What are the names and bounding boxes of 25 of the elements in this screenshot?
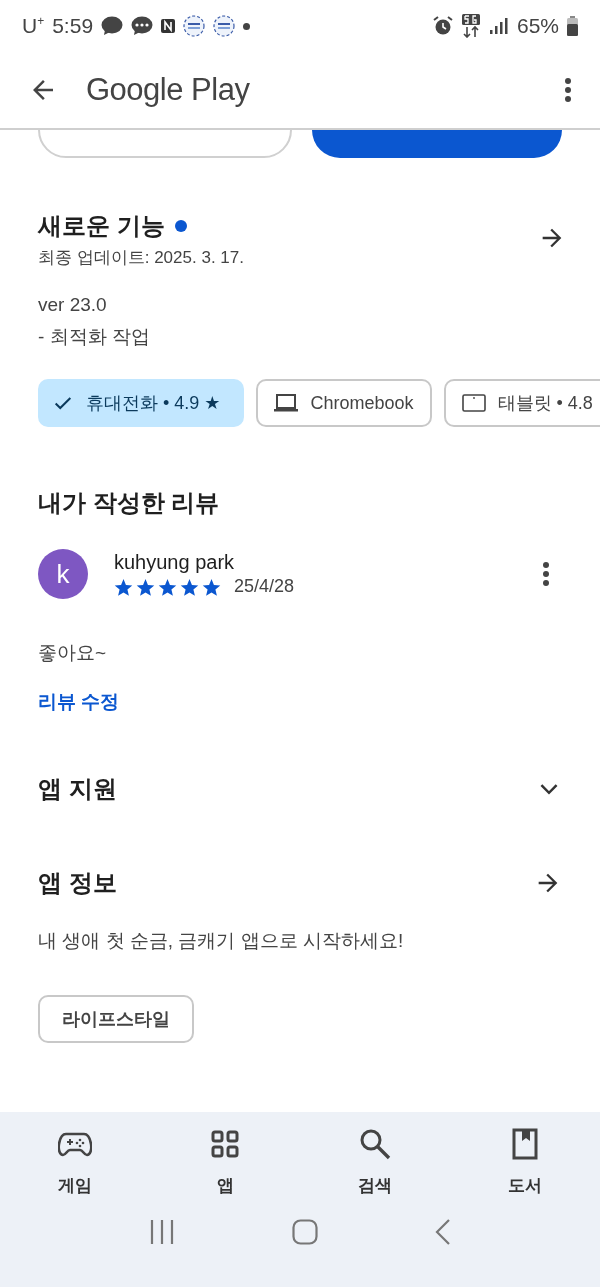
nav-tab[interactable]: 도서 (470, 1126, 580, 1197)
device-filter-chip[interactable]: Chromebook (256, 379, 432, 427)
carrier-text: U$^{+}$ (22, 14, 45, 38)
nav-tab[interactable]: 앱 (170, 1126, 280, 1197)
app-description: 내 생애 첫 순금, 금캐기 앱으로 시작하세요! (38, 929, 405, 953)
release-notes: - 최적화 작업 (38, 325, 151, 349)
update-date: 최종 업데이트: 2025. 3. 17. (38, 247, 245, 269)
section-title: 새로운 기능 (38, 211, 165, 241)
reviewer-name: kuhyung park (114, 551, 236, 574)
nav-tab[interactable]: 검색 (320, 1126, 430, 1197)
app-title: Google Play (86, 72, 251, 108)
version-text: ver 23.0 (38, 293, 108, 317)
review-text: 좋아요~ (38, 641, 108, 665)
review-date: 25/4/28 (234, 576, 295, 597)
section-title: 앱 지원 (38, 774, 117, 804)
edit-review-link[interactable]: 리뷰 수정 (38, 689, 120, 715)
device-filter-chip[interactable]: 태블릿 • 4.8 (443, 379, 600, 427)
nav-tab[interactable]: 게임 (20, 1126, 130, 1197)
clock-text: 5:59 (52, 14, 94, 38)
avatar: k (38, 549, 88, 599)
section-title: 내가 작성한 리뷰 (38, 488, 221, 518)
section-title: 앱 정보 (38, 868, 117, 898)
category-tag[interactable]: 라이프스타일 (38, 995, 194, 1043)
device-filter-chip[interactable]: 휴대전화 • 4.9 ★ (38, 379, 245, 427)
battery-percent-text: 65% (516, 14, 559, 38)
